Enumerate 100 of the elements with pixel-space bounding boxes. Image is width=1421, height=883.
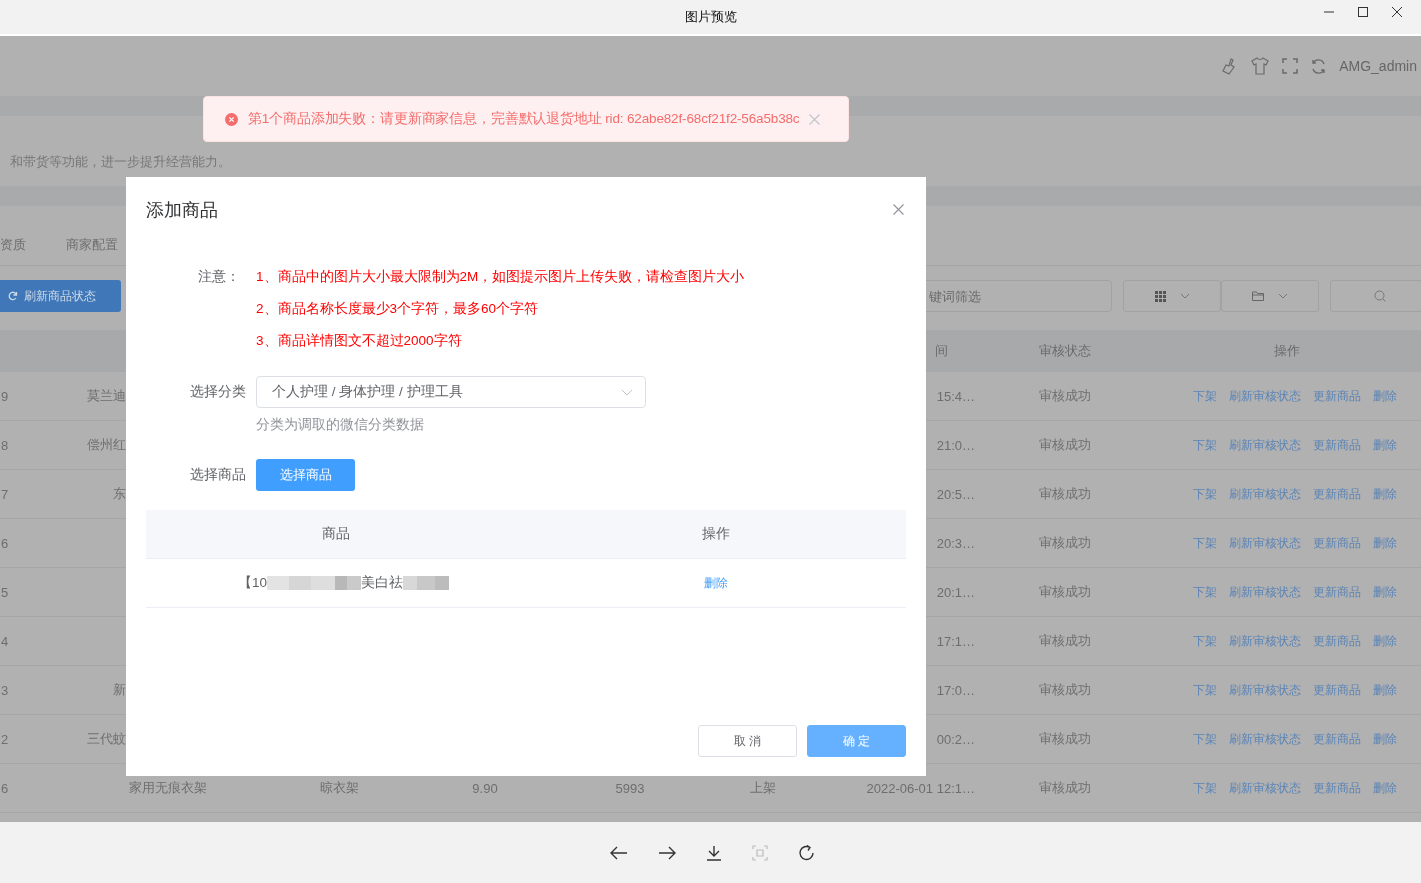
table-cell: 20:5… xyxy=(936,486,975,502)
action-link[interactable]: 删除 xyxy=(1372,730,1397,748)
table-cell: 2 xyxy=(1,731,9,747)
column-header: 操作 xyxy=(702,525,730,543)
category-select[interactable]: 个人护理 / 身体护理 / 护理工具 xyxy=(256,376,646,408)
action-link[interactable]: 更新商品 xyxy=(1312,779,1361,797)
grid-view-select[interactable] xyxy=(1123,280,1221,312)
grid-icon xyxy=(1154,290,1166,302)
table-cell: 6 xyxy=(1,535,9,551)
action-link[interactable]: 下架 xyxy=(1192,387,1217,405)
action-link[interactable]: 刷新审核状态 xyxy=(1228,387,1301,405)
fullscreen-icon[interactable] xyxy=(1282,58,1299,74)
tab[interactable]: 资质 xyxy=(0,236,26,254)
table-cell: 20:1… xyxy=(936,584,975,600)
refresh-status-button[interactable]: 刷新商品状态 xyxy=(0,280,121,312)
table-cell: 15:4… xyxy=(936,388,975,404)
table-cell: 莫兰迪 xyxy=(87,388,126,403)
delete-link[interactable]: 删除 xyxy=(704,576,728,590)
column-header: 间 xyxy=(934,342,949,360)
table-cell: 4 xyxy=(1,633,9,649)
folder-icon xyxy=(1252,291,1264,301)
action-link[interactable]: 删除 xyxy=(1372,387,1397,405)
action-link[interactable]: 下架 xyxy=(1192,730,1217,748)
action-link[interactable]: 刷新审核状态 xyxy=(1228,436,1301,454)
close-icon[interactable] xyxy=(1391,6,1403,18)
previous-arrow-icon[interactable] xyxy=(610,845,628,860)
action-link[interactable]: 删除 xyxy=(1372,681,1397,699)
column-header: 商品 xyxy=(322,525,350,543)
action-link[interactable]: 下架 xyxy=(1192,583,1217,601)
field-label: 选择商品 xyxy=(190,467,246,482)
select-goods-button[interactable]: 选择商品 xyxy=(256,459,355,491)
action-link[interactable]: 删除 xyxy=(1372,632,1397,650)
action-link[interactable]: 下架 xyxy=(1192,632,1217,650)
action-link[interactable]: 更新商品 xyxy=(1312,730,1361,748)
next-arrow-icon[interactable] xyxy=(658,845,676,860)
action-link[interactable]: 更新商品 xyxy=(1312,436,1361,454)
table-cell: 审核成功 xyxy=(1039,535,1091,550)
refresh-icon xyxy=(8,291,18,301)
action-link[interactable]: 删除 xyxy=(1372,779,1397,797)
table-cell: 家用无痕衣架 xyxy=(129,780,207,795)
product-name: 【10 xyxy=(238,574,268,592)
note-text: 2、商品名称长度最少3个字符，最多60个字符 xyxy=(256,300,540,318)
table-cell: 3 xyxy=(1,682,9,698)
action-link[interactable]: 下架 xyxy=(1192,534,1217,552)
table-cell: 5 xyxy=(1,584,9,600)
table-cell: 6 xyxy=(1,780,9,796)
column-header: 审核状态 xyxy=(1038,342,1092,360)
action-link[interactable]: 刷新审核状态 xyxy=(1228,632,1301,650)
action-link[interactable]: 删除 xyxy=(1372,485,1397,503)
action-link[interactable]: 更新商品 xyxy=(1312,387,1361,405)
product-name: 美白祛 xyxy=(361,574,404,592)
table-cell: 17:1… xyxy=(936,633,975,649)
refresh-icon[interactable] xyxy=(1310,57,1328,75)
action-link[interactable]: 删除 xyxy=(1372,534,1397,552)
table-cell: 审核成功 xyxy=(1039,388,1091,403)
action-link[interactable]: 刷新审核状态 xyxy=(1228,583,1301,601)
cancel-button[interactable]: 取 消 xyxy=(698,725,797,757)
window-title: 图片预览 xyxy=(684,8,737,26)
error-icon xyxy=(225,112,238,126)
action-link[interactable]: 更新商品 xyxy=(1312,485,1361,503)
action-link[interactable]: 下架 xyxy=(1192,436,1217,454)
action-link[interactable]: 刷新审核状态 xyxy=(1228,485,1301,503)
notes-label: 注意： xyxy=(198,269,240,284)
table-cell: 9.90 xyxy=(472,780,498,796)
download-icon[interactable] xyxy=(706,844,722,861)
rotate-icon[interactable] xyxy=(798,844,815,861)
maximize-icon[interactable] xyxy=(1357,6,1369,18)
table-cell: 晾衣架 xyxy=(319,780,359,795)
shirt-icon[interactable] xyxy=(1250,57,1271,75)
table-cell: 00:2… xyxy=(936,731,975,747)
action-link[interactable]: 刷新审核状态 xyxy=(1228,779,1301,797)
action-link[interactable]: 更新商品 xyxy=(1312,681,1361,699)
action-link[interactable]: 下架 xyxy=(1192,681,1217,699)
action-link[interactable]: 下架 xyxy=(1192,485,1217,503)
user-name[interactable]: AMG_admin xyxy=(1339,58,1417,74)
action-link[interactable]: 更新商品 xyxy=(1312,583,1361,601)
table-cell: 5993 xyxy=(615,780,645,796)
action-link[interactable]: 刷新审核状态 xyxy=(1228,681,1301,699)
tab[interactable]: 商家配置 xyxy=(66,236,118,254)
table-cell: 21:0… xyxy=(936,437,975,453)
table-cell: 审核成功 xyxy=(1039,682,1091,697)
table-cell: 审核成功 xyxy=(1039,486,1091,501)
table-cell: 新 xyxy=(113,682,126,697)
table-cell: 17:0… xyxy=(936,682,975,698)
table-cell: 审核成功 xyxy=(1039,780,1091,795)
action-link[interactable]: 刷新审核状态 xyxy=(1228,730,1301,748)
confirm-button[interactable]: 确 定 xyxy=(807,725,906,757)
action-link[interactable]: 更新商品 xyxy=(1312,632,1361,650)
field-hint: 分类为调取的微信分类数据 xyxy=(256,416,425,434)
action-link[interactable]: 删除 xyxy=(1372,436,1397,454)
action-link[interactable]: 更新商品 xyxy=(1312,534,1361,552)
search-icon xyxy=(1374,290,1386,302)
table-cell: 9 xyxy=(1,388,9,404)
action-link[interactable]: 下架 xyxy=(1192,779,1217,797)
note-text: 1、商品中的图片大小最大限制为2M，如图提示图片上传失败，请检查图片大小 xyxy=(256,268,745,286)
chevron-down-icon xyxy=(1179,293,1190,299)
table-cell: 偿州红 xyxy=(87,437,126,452)
action-link[interactable]: 删除 xyxy=(1372,583,1397,601)
action-link[interactable]: 刷新审核状态 xyxy=(1228,534,1301,552)
folder-select[interactable] xyxy=(1221,280,1319,312)
